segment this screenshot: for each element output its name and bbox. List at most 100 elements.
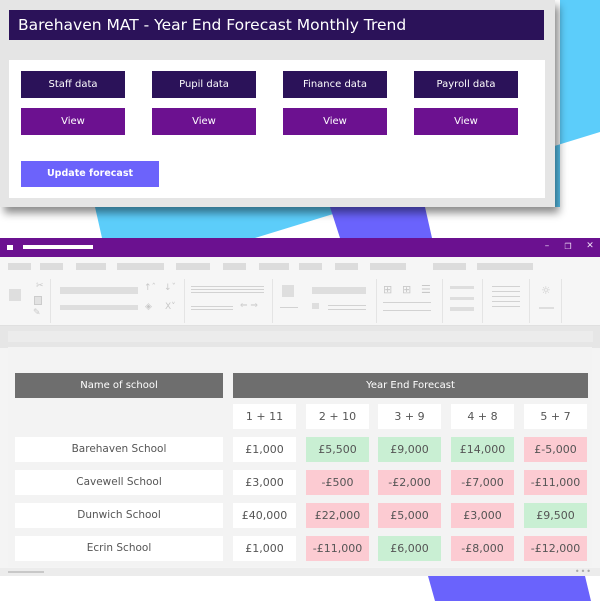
indent-icons[interactable]: ⇐ ⇒ bbox=[240, 301, 258, 311]
forecast-value-cell[interactable]: £3,000 bbox=[233, 470, 296, 495]
school-name-cell[interactable]: Ecrin School bbox=[15, 536, 223, 561]
indigo-shape-bottom bbox=[428, 576, 591, 601]
cut-icon[interactable]: ✂ bbox=[36, 281, 44, 291]
staff-view-button[interactable]: View bbox=[21, 108, 125, 135]
ribbon-separator bbox=[376, 279, 377, 323]
conditional-format-icon[interactable]: ⊞ bbox=[383, 283, 392, 296]
ribbon-tab[interactable] bbox=[370, 263, 406, 270]
ribbon-separator bbox=[529, 279, 530, 323]
spreadsheet-window: – ❐ ✕ ✂ ✎ ↑ˆ ↓ˇ ◈ X˅ ⇐ ⇒ ⊞ ⊞ ☰ ☼ Name of… bbox=[0, 238, 600, 576]
forecast-value-cell[interactable]: -£8,000 bbox=[451, 536, 514, 561]
more-icon[interactable]: ••• bbox=[575, 567, 592, 576]
ribbon-separator bbox=[482, 279, 483, 323]
number-format-icon[interactable] bbox=[282, 285, 294, 297]
formula-bar[interactable] bbox=[8, 331, 593, 342]
editing-line bbox=[492, 291, 520, 292]
ribbon-tab[interactable] bbox=[176, 263, 210, 270]
panel-title: Barehaven MAT - Year End Forecast Monthl… bbox=[9, 10, 544, 40]
align-line bbox=[191, 292, 264, 293]
forecast-value-cell[interactable]: -£11,000 bbox=[524, 470, 587, 495]
format-cells[interactable] bbox=[450, 307, 474, 311]
ribbon-tab[interactable] bbox=[117, 263, 164, 270]
period-header: 3 + 9 bbox=[378, 404, 441, 429]
ribbon-tab[interactable] bbox=[299, 263, 322, 270]
pupil-view-button[interactable]: View bbox=[152, 108, 256, 135]
payroll-view-button[interactable]: View bbox=[414, 108, 518, 135]
payroll-data-button[interactable]: Payroll data bbox=[414, 71, 518, 98]
decrease-font-icon[interactable]: ↓ˇ bbox=[164, 283, 176, 293]
copy-icon[interactable] bbox=[34, 296, 42, 305]
ribbon-tab[interactable] bbox=[433, 263, 466, 270]
period-header: 1 + 11 bbox=[233, 404, 296, 429]
forecast-value-cell[interactable]: £5,000 bbox=[378, 503, 441, 528]
font-size-select[interactable] bbox=[60, 305, 138, 310]
font-name-select[interactable] bbox=[60, 287, 138, 294]
ribbon-tab[interactable] bbox=[223, 263, 246, 270]
year-end-forecast-header: Year End Forecast bbox=[233, 373, 588, 398]
period-header: 4 + 8 bbox=[451, 404, 514, 429]
restore-icon[interactable]: ❐ bbox=[561, 242, 575, 251]
forecast-value-cell[interactable]: £1,000 bbox=[233, 437, 296, 462]
increase-font-icon[interactable]: ↑ˆ bbox=[144, 283, 156, 293]
number-format-select[interactable] bbox=[312, 287, 366, 294]
school-name-cell[interactable]: Barehaven School bbox=[15, 437, 223, 462]
forecast-value-cell[interactable]: £-5,000 bbox=[524, 437, 587, 462]
ribbon-separator bbox=[442, 279, 443, 323]
ribbon-tab[interactable] bbox=[8, 263, 31, 270]
ribbon: ✂ ✎ ↑ˆ ↓ˇ ◈ X˅ ⇐ ⇒ ⊞ ⊞ ☰ ☼ bbox=[0, 257, 600, 326]
horizontal-scrollbar[interactable] bbox=[8, 571, 44, 573]
ribbon-tab[interactable] bbox=[335, 263, 358, 270]
pupil-data-button[interactable]: Pupil data bbox=[152, 71, 256, 98]
forecast-value-cell[interactable]: -£7,000 bbox=[451, 470, 514, 495]
forecast-value-cell[interactable]: £1,000 bbox=[233, 536, 296, 561]
staff-data-button[interactable]: Staff data bbox=[21, 71, 125, 98]
forecast-value-cell[interactable]: £14,000 bbox=[451, 437, 514, 462]
fill-color-icon[interactable]: ◈ bbox=[145, 302, 152, 312]
forecast-value-cell[interactable]: -£11,000 bbox=[306, 536, 369, 561]
window-titlebar: – ❐ ✕ bbox=[0, 238, 600, 257]
cell-styles-icon[interactable]: ☰ bbox=[421, 283, 431, 296]
forecast-value-cell[interactable]: -£12,000 bbox=[524, 536, 587, 561]
format-as-table-icon[interactable]: ⊞ bbox=[402, 283, 411, 296]
styles-line bbox=[383, 302, 431, 303]
editing-line bbox=[492, 301, 520, 302]
editing-line bbox=[492, 296, 520, 297]
period-header: 5 + 7 bbox=[524, 404, 587, 429]
forecast-value-cell[interactable]: £5,500 bbox=[306, 437, 369, 462]
clear-format-icon[interactable]: X˅ bbox=[165, 302, 176, 312]
update-forecast-button[interactable]: Update forecast bbox=[21, 161, 159, 187]
insert-cells[interactable] bbox=[450, 286, 474, 289]
forecast-value-cell[interactable]: -£2,000 bbox=[378, 470, 441, 495]
window-title-placeholder bbox=[23, 245, 93, 249]
align-line bbox=[191, 309, 233, 310]
forecast-value-cell[interactable]: £9,500 bbox=[524, 503, 587, 528]
currency-icon[interactable] bbox=[312, 303, 319, 309]
paste-icon[interactable] bbox=[9, 289, 21, 301]
ribbon-tab[interactable] bbox=[477, 263, 533, 270]
school-name-cell[interactable]: Cavewell School bbox=[15, 470, 223, 495]
forecast-value-cell[interactable]: £40,000 bbox=[233, 503, 296, 528]
panel-body: Staff data Pupil data Finance data Payro… bbox=[9, 60, 545, 198]
editing-line bbox=[492, 306, 520, 307]
finance-view-button[interactable]: View bbox=[283, 108, 387, 135]
forecast-value-cell[interactable]: £9,000 bbox=[378, 437, 441, 462]
ribbon-tab[interactable] bbox=[259, 263, 289, 270]
delete-cells[interactable] bbox=[450, 297, 474, 300]
lightbulb-icon[interactable]: ☼ bbox=[541, 284, 551, 297]
minimize-icon[interactable]: – bbox=[540, 241, 554, 251]
ribbon-separator bbox=[184, 279, 185, 323]
forecast-value-cell[interactable]: £22,000 bbox=[306, 503, 369, 528]
forecast-value-cell[interactable]: £3,000 bbox=[451, 503, 514, 528]
ideas-label bbox=[539, 307, 554, 309]
school-name-cell[interactable]: Dunwich School bbox=[15, 503, 223, 528]
finance-data-button[interactable]: Finance data bbox=[283, 71, 387, 98]
align-line bbox=[191, 289, 264, 290]
forecast-value-cell[interactable]: -£500 bbox=[306, 470, 369, 495]
forecast-value-cell[interactable]: £6,000 bbox=[378, 536, 441, 561]
close-icon[interactable]: ✕ bbox=[583, 241, 597, 251]
format-painter-icon[interactable]: ✎ bbox=[33, 308, 41, 318]
ribbon-tab[interactable] bbox=[76, 263, 106, 270]
name-of-school-header: Name of school bbox=[15, 373, 223, 398]
worksheet: Name of school Year End Forecast 1 + 11 … bbox=[8, 347, 592, 567]
ribbon-tab[interactable] bbox=[40, 263, 63, 270]
